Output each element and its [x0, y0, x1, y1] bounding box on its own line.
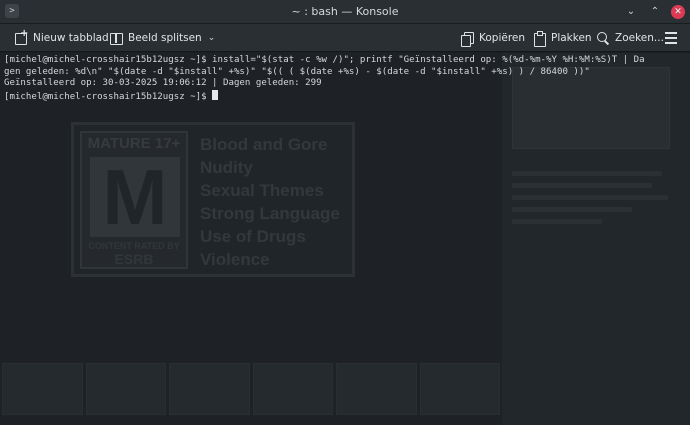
toolbar: Nieuw tabblad Beeld splitsen ⌄ Kopiëren …: [0, 24, 690, 52]
paste-icon: [532, 31, 546, 47]
chevron-down-icon[interactable]: ⌄: [208, 33, 216, 43]
new-tab-button[interactable]: Nieuw tabblad: [14, 28, 109, 47]
esrb-descriptors: Blood and Gore Nudity Sexual Themes Stro…: [200, 133, 340, 271]
terminal-cursor: [212, 89, 218, 100]
terminal-prompt: [michel@michel-crosshair15b12ugsz ~]$: [4, 91, 213, 102]
terminal-prompt-line: [michel@michel-crosshair15b12ugsz ~]$: [4, 89, 688, 104]
copy-button[interactable]: Kopiëren: [460, 29, 525, 47]
esrb-descriptor: Sexual Themes: [200, 181, 324, 200]
esrb-descriptor: Nudity: [200, 158, 253, 177]
split-view-icon: [109, 31, 123, 45]
esrb-footer: CONTENT RATED BY ESRB: [82, 241, 186, 267]
copy-icon: [460, 31, 474, 47]
search-icon: [596, 31, 610, 45]
terminal-view[interactable]: MATURE 17+ M CONTENT RATED BY ESRB Blood…: [0, 53, 690, 425]
esrb-rating-header: MATURE 17+: [87, 135, 181, 152]
paste-label: Plakken: [551, 32, 592, 44]
maximize-icon[interactable]: ⌃: [648, 5, 662, 19]
minimize-icon[interactable]: ⌄: [624, 5, 638, 19]
esrb-descriptor: Strong Language: [200, 204, 340, 223]
terminal-line: [michel@michel-crosshair15b12ugsz ~]$ in…: [4, 55, 645, 65]
esrb-descriptor: Violence: [200, 250, 270, 269]
esrb-rating-box: MATURE 17+ M CONTENT RATED BY ESRB Blood…: [71, 122, 355, 277]
wallpaper-thumbnails: [0, 363, 500, 415]
split-view-label: Beeld splitsen: [128, 32, 202, 44]
terminal-line: gen geleden: %d\n" "$(date -d "$install"…: [4, 66, 590, 77]
hamburger-menu-icon[interactable]: [664, 32, 678, 44]
search-label: Zoeken...: [615, 32, 664, 44]
new-tab-icon: [14, 28, 28, 45]
search-button[interactable]: Zoeken...: [596, 29, 664, 47]
paste-button[interactable]: Plakken: [532, 29, 592, 47]
esrb-footer-big: ESRB: [114, 251, 154, 267]
esrb-rating-badge: MATURE 17+ M CONTENT RATED BY ESRB: [80, 131, 188, 269]
close-icon[interactable]: ✕: [671, 5, 685, 19]
window-title: ~ : bash — Konsole: [291, 5, 399, 18]
terminal-output[interactable]: [michel@michel-crosshair15b12ugsz ~]$ in…: [4, 55, 688, 103]
esrb-descriptor: Blood and Gore: [200, 135, 328, 154]
new-tab-label: Nieuw tabblad: [33, 32, 109, 44]
copy-label: Kopiëren: [479, 32, 526, 44]
terminal-line: Geïnstalleerd op: 30-03-2025 19:06:12 | …: [4, 78, 322, 88]
wallpaper-text-lines: [512, 171, 672, 231]
esrb-descriptor: Use of Drugs: [200, 227, 306, 246]
title-bar: > ~ : bash — Konsole ⌄ ⌃ ✕: [0, 0, 690, 24]
esrb-rating-letter: M: [90, 157, 180, 237]
split-view-button[interactable]: Beeld splitsen ⌄: [109, 29, 215, 47]
